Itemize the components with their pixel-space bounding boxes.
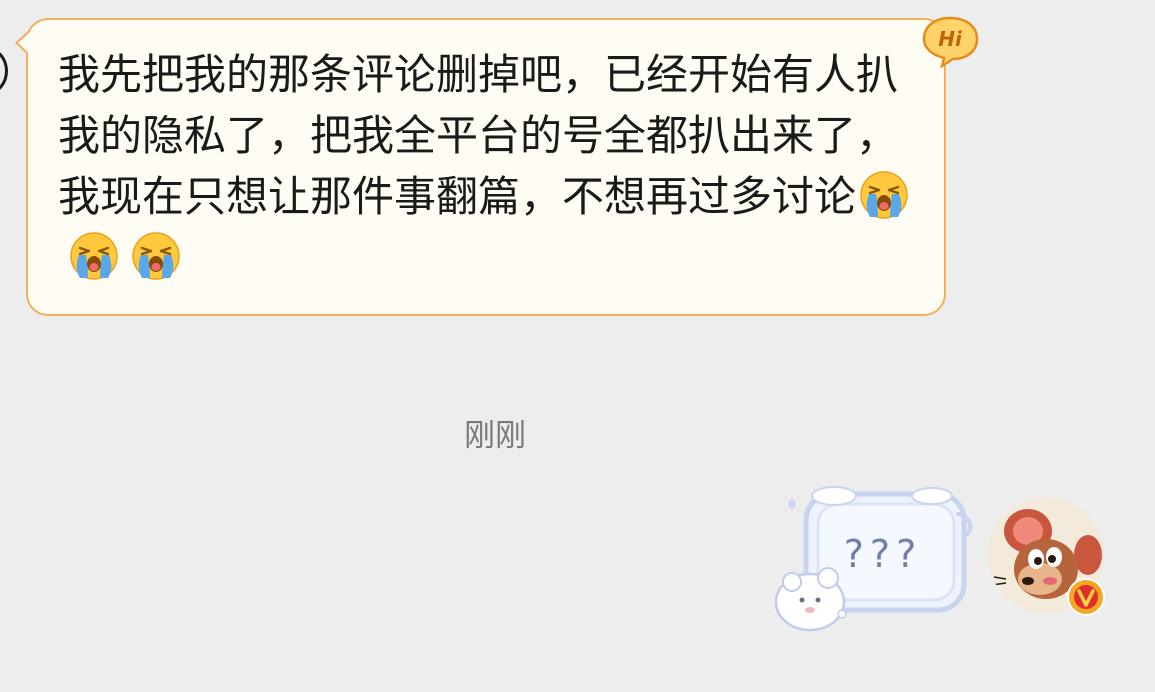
bubble-tail-inner: [18, 33, 29, 53]
message-timestamp: 刚刚: [464, 418, 526, 454]
incoming-message: 我先把我的那条评论删掉吧，已经开始有人扒我的隐私了，把我全平台的号全都扒出来了，…: [58, 44, 928, 288]
sticker-text: ???: [843, 532, 923, 576]
loudly-crying-face-icon: [70, 232, 118, 280]
loudly-crying-face-icon: [132, 232, 180, 280]
user-avatar[interactable]: [988, 497, 1108, 617]
loudly-crying-face-icon: [860, 171, 908, 219]
hi-badge-label: Hi: [938, 27, 963, 51]
verified-badge-icon: [1067, 578, 1105, 616]
hi-badge-icon: Hi: [922, 16, 979, 68]
sender-avatar[interactable]: [0, 48, 8, 94]
incoming-message-text: 我先把我的那条评论删掉吧，已经开始有人扒我的隐私了，把我全平台的号全都扒出来了，…: [58, 50, 899, 221]
fluffy-creature-icon: [774, 567, 847, 632]
